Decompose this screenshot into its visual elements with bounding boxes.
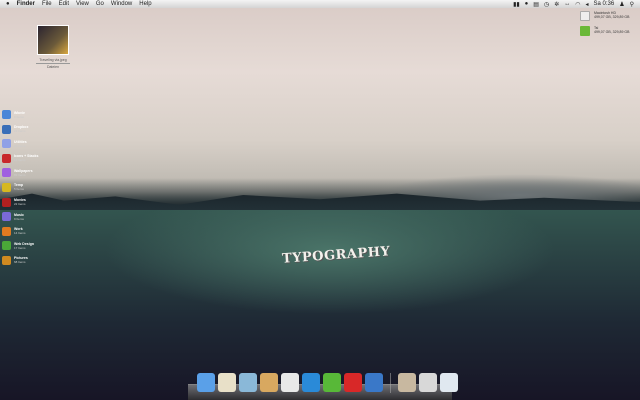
stack-count: 9 Items [14,216,24,221]
folder-icon [2,241,11,251]
documents-icon[interactable] [419,373,437,392]
stack-count: 14 Items [14,231,26,236]
wifi-icon[interactable]: ◠ [575,1,580,8]
volume-icon[interactable]: ◂ [586,1,589,8]
stack-count: 83 Items [14,172,26,177]
menu-go[interactable]: Go [96,1,104,7]
itunes-icon[interactable] [281,373,299,392]
finder-icon[interactable] [197,373,215,392]
sidebar-stack-item[interactable]: Icons + Stacks 14 Items [2,153,38,163]
folder-icon [2,182,11,192]
stack-count: 17 Items [14,245,26,250]
safari-icon[interactable] [239,373,257,392]
user-icon[interactable]: ♟ [619,1,624,8]
disk-detail: 499,07 GB, 329,89 GB [594,30,630,34]
menu-file[interactable]: File [42,1,52,7]
stack-label: iMovie [14,110,25,115]
disk-widget-2[interactable]: Tsi 499,07 GB, 329,89 GB [580,26,629,36]
sync-icon[interactable]: ◷ [544,1,549,8]
wallpaper-field [0,210,640,400]
file-thumbnail [37,25,69,55]
clock[interactable]: Sa 0:36 [594,1,615,7]
sidebar-stack-item[interactable]: Work 14 Items [2,226,38,236]
sidebar-stack-item[interactable]: Wallpapers 83 Items [2,168,38,178]
folder-icon [2,226,11,236]
stack-count: 14 Items [14,158,26,163]
menu-edit[interactable]: Edit [59,1,69,7]
disk-widget-1[interactable]: Macintosh HD 499,07 GB, 329,89 GB [580,11,629,21]
folder-icon [2,212,11,222]
menu-view[interactable]: View [76,1,89,7]
spotlight-search-icon[interactable]: ⚲ [630,1,634,8]
folder-icon [2,153,11,163]
apple-menu-icon[interactable]: ● [6,1,10,7]
dock-icons [197,373,458,393]
folder-icon [2,197,11,207]
sidebar-stack-item[interactable]: Movies 22 Items [2,197,38,207]
gear-icon[interactable]: ✲ [554,1,559,8]
folder-icon [2,110,11,119]
file-name: Traveling via.jpeg [39,58,67,62]
bluetooth-icon[interactable]: ▮▮ [513,1,520,8]
app-store-icon[interactable] [302,373,320,392]
dock-separator [390,373,391,393]
folder-icon [2,168,11,178]
menu-help[interactable]: Help [139,1,151,7]
downloads-icon[interactable] [398,373,416,392]
sidebar-stack-item[interactable]: iMovie 9 Items [2,110,38,119]
location-icon[interactable]: ● [525,1,529,7]
menu-window[interactable]: Window [111,1,132,7]
trash-icon[interactable] [440,373,458,392]
things-icon[interactable] [365,373,383,392]
stack-count: 29 Items [14,143,26,148]
sidebar-stack-item[interactable]: Utilities 29 Items [2,139,38,149]
menu-finder[interactable]: Finder [17,1,35,7]
folder-icon [2,255,11,265]
tweetie-icon[interactable] [260,373,278,392]
magnet-icon[interactable] [344,373,362,392]
stack-count: 5 Items [14,187,24,192]
folder-icon [2,139,11,149]
network-icon[interactable]: ↔ [564,1,570,7]
coda-icon[interactable] [323,373,341,392]
folder-icon [2,124,11,134]
stacks-sidebar: iMovie 9 Items Dropbox 23 Items Utilities 29 … [2,110,38,265]
disk-detail: 499,07 GB, 329,89 GB [594,15,630,19]
sidebar-stack-item[interactable]: Music 9 Items [2,212,38,222]
sidebar-stack-item[interactable]: Pictures 68 Items [2,255,38,265]
stack-count: 9 Items [14,114,24,119]
sidebar-stack-item[interactable]: Web Design 17 Items [2,241,38,251]
mail-icon[interactable] [218,373,236,392]
stack-count: 23 Items [14,129,26,134]
stack-count: 68 Items [14,260,26,265]
menu-bar: ● Finder File Edit View Go Window Help ▮… [0,0,640,8]
sidebar-stack-item[interactable]: Dropbox 23 Items [2,124,38,134]
hard-drive-icon [580,11,590,21]
battery-icon[interactable]: ▤ [533,1,539,8]
desktop-file[interactable]: Traveling via.jpeg Dateien [36,25,70,69]
sidebar-stack-item[interactable]: Temp 5 Items [2,182,38,192]
stack-count: 22 Items [14,202,26,207]
drive-icon [580,26,590,36]
file-sub: Dateien [36,63,70,69]
